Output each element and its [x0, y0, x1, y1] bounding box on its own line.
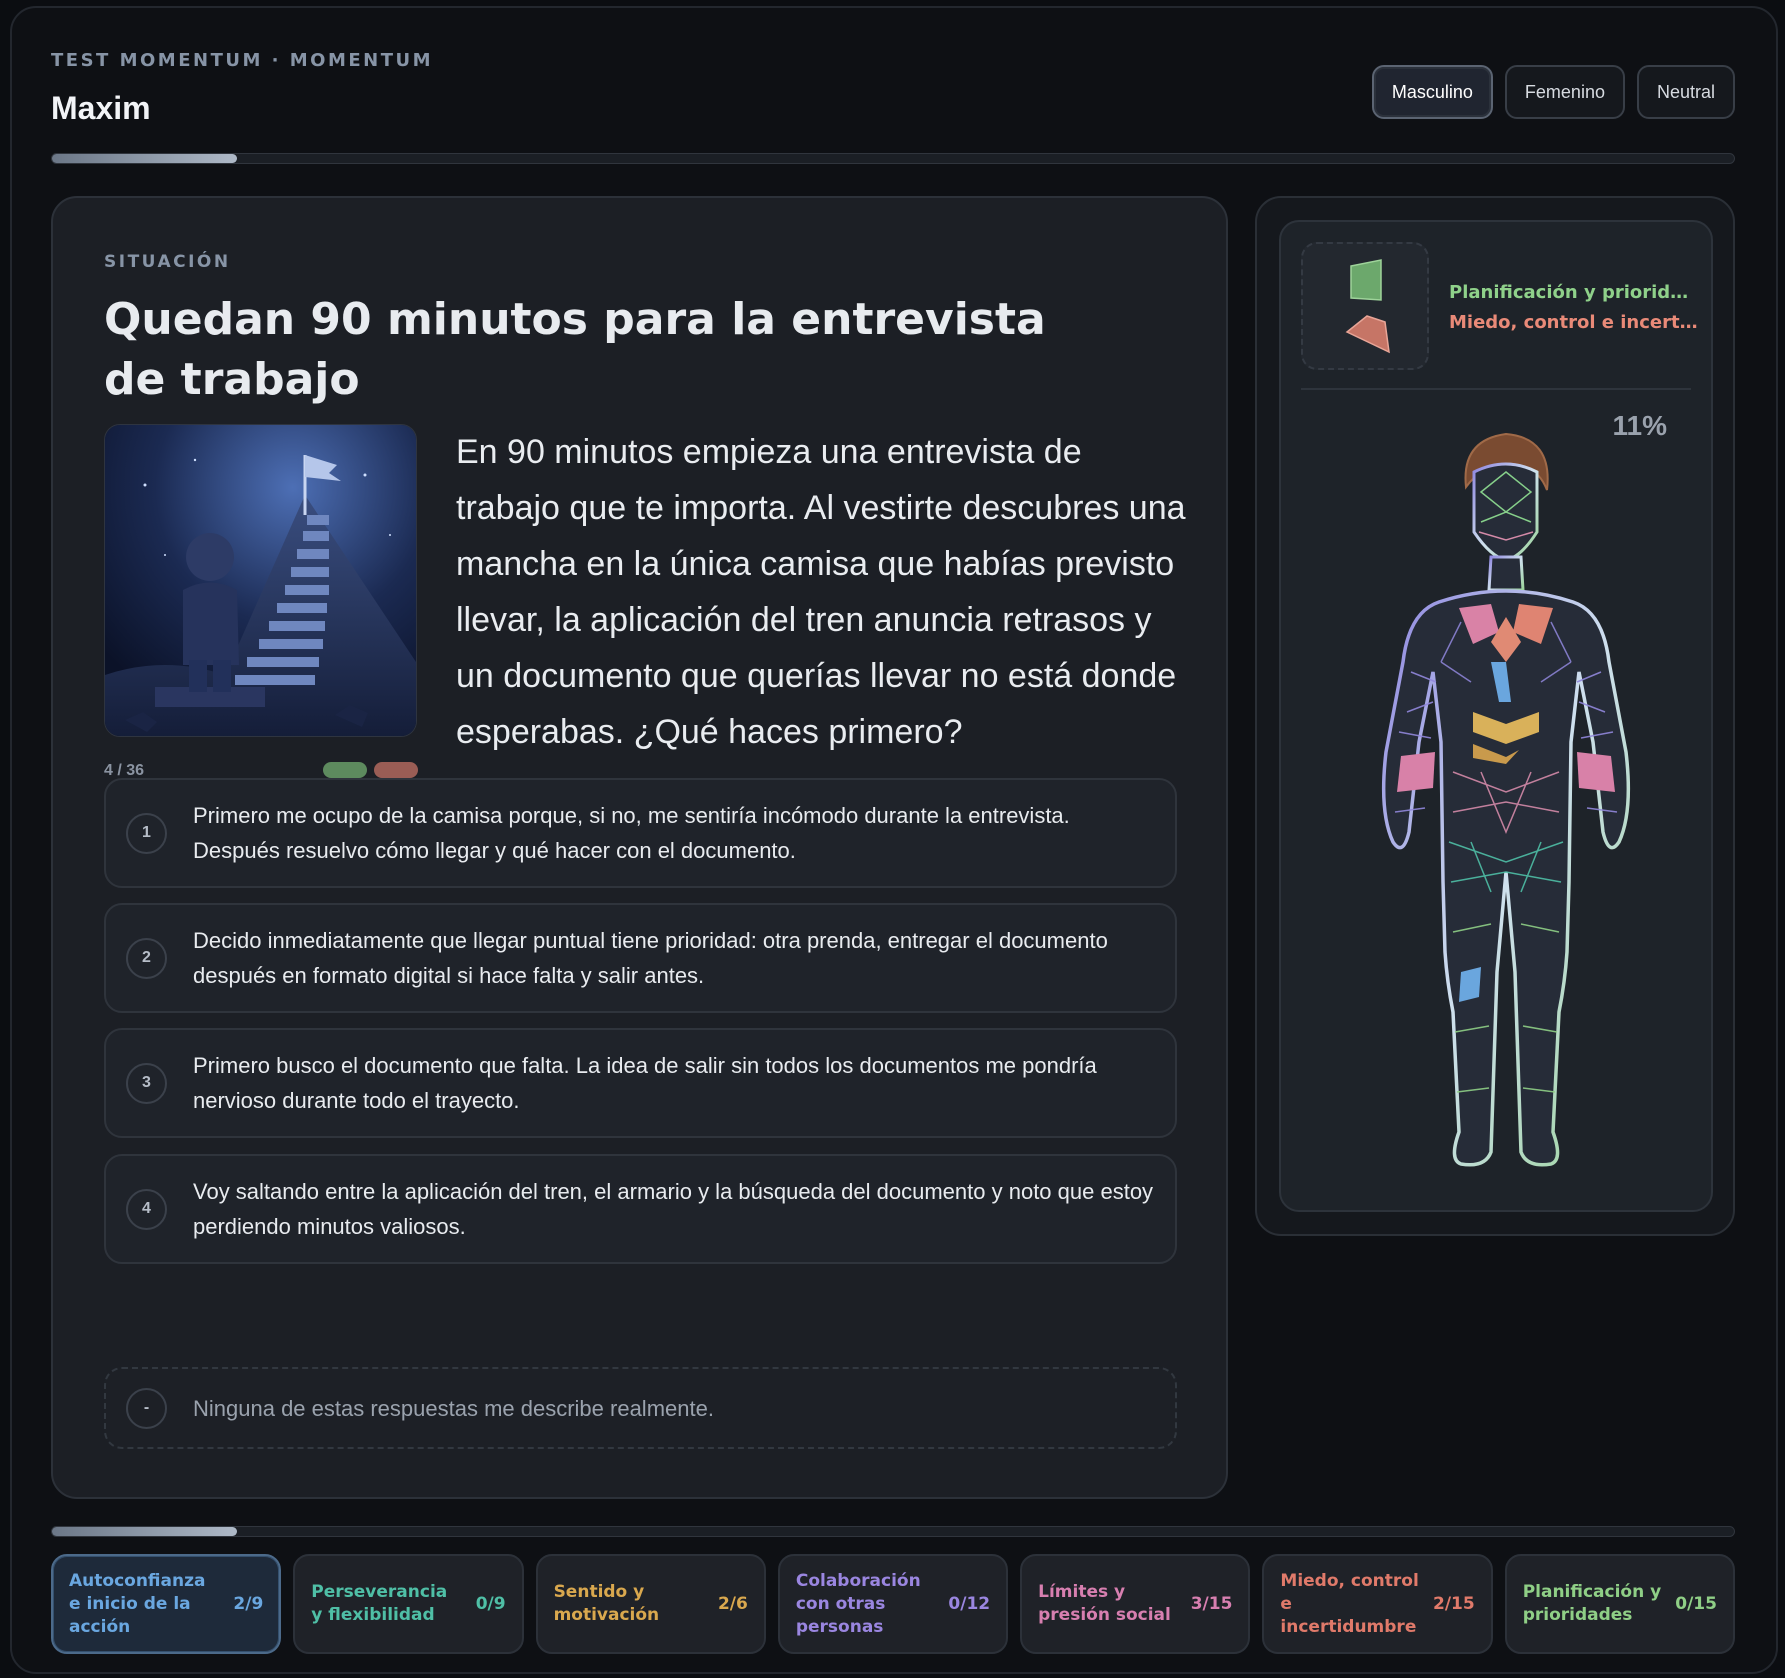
category-count: 0/12 — [948, 1594, 991, 1614]
category-colaboracion[interactable]: Colaboración con otras personas 0/12 — [777, 1554, 1009, 1654]
option-text: Voy saltando entre la aplicación del tre… — [193, 1179, 1154, 1239]
option-text: Ninguna de estas respuestas me describe … — [193, 1395, 714, 1421]
stairs-to-flag-illustration — [104, 424, 417, 737]
focus-dot-planning — [323, 762, 367, 778]
progress-fill-bottom — [52, 1527, 238, 1536]
gender-neutral-button[interactable]: Neutral — [1636, 65, 1735, 119]
category-limites[interactable]: Límites y presión social 3/15 — [1020, 1554, 1251, 1654]
situation-title: Quedan 90 minutos para la entrevista de … — [104, 294, 1046, 405]
category-miedo[interactable]: Miedo, control e incertidumbre 2/15 — [1262, 1554, 1493, 1654]
category-autoconfianza[interactable]: Autoconfianza e inicio de la acción 2/9 — [51, 1554, 282, 1654]
category-count: 0/15 — [1675, 1594, 1717, 1614]
progress-fill-top — [52, 154, 238, 163]
focus-fear: Miedo, control e incertidumbre — [1449, 312, 1699, 333]
category-sentido[interactable]: Sentido y motivación 2/6 — [535, 1554, 766, 1654]
situation-text: En 90 minutos empieza una entrevista de … — [456, 433, 1186, 751]
user-name: Maxim — [51, 90, 151, 126]
focus-planning: Planificación y prioridades — [1449, 282, 1699, 303]
focus-shapes — [1301, 242, 1429, 370]
category-name: Sentido y motivación — [553, 1582, 660, 1625]
category-perseverancia[interactable]: Perseverancia y flexibilidad 0/9 — [293, 1554, 524, 1654]
test-eyebrow: TEST MOMENTUM · MOMENTUM — [51, 50, 434, 71]
category-name: Autoconfianza e inicio de la acción — [69, 1570, 206, 1637]
category-name: Colaboración con otras personas — [795, 1570, 921, 1637]
category-planificacion[interactable]: Planificación y prioridades 0/15 — [1504, 1554, 1735, 1654]
focus-dots — [323, 762, 418, 778]
category-count: 0/9 — [475, 1594, 506, 1614]
progress-panel: Planificación y prioridades Miedo, contr… — [1255, 196, 1735, 1236]
progress-bar-bottom — [51, 1526, 1735, 1537]
option-number: 4 — [126, 1188, 167, 1230]
option-number: - — [126, 1387, 167, 1429]
situation-card: SITUACIÓN Quedan 90 minutos para la entr… — [51, 196, 1228, 1499]
option-4[interactable]: 4 Voy saltando entre la aplicación del t… — [104, 1154, 1177, 1264]
option-none[interactable]: - Ninguna de estas respuestas me describ… — [104, 1367, 1177, 1449]
option-3[interactable]: 3 Primero busco el documento que falta. … — [104, 1028, 1177, 1138]
option-number: 2 — [126, 937, 167, 979]
focus-list: Planificación y prioridades Miedo, contr… — [1449, 278, 1699, 338]
section-label: SITUACIÓN — [104, 252, 231, 272]
gender-toggle: Masculino Femenino Neutral — [1371, 65, 1735, 119]
category-count: 2/9 — [233, 1594, 264, 1614]
option-2[interactable]: 2 Decido inmediatamente que llegar puntu… — [104, 903, 1177, 1013]
category-count: 2/6 — [717, 1594, 748, 1614]
focus-dot-fear — [374, 762, 418, 778]
category-name: Planificación y prioridades — [1522, 1582, 1662, 1625]
category-name: Perseverancia y flexibilidad — [311, 1582, 448, 1625]
option-text: Primero busco el documento que falta. La… — [193, 1053, 1097, 1113]
category-name: Límites y presión social — [1038, 1582, 1171, 1625]
category-tabs: Autoconfianza e inicio de la acción 2/9 … — [51, 1554, 1735, 1654]
option-text: Primero me ocupo de la camisa porque, si… — [193, 803, 1070, 863]
category-count: 3/15 — [1190, 1594, 1233, 1614]
option-number: 1 — [126, 812, 167, 854]
category-name: Miedo, control e incertidumbre — [1280, 1570, 1419, 1637]
option-number: 3 — [126, 1062, 167, 1104]
category-count: 2/15 — [1432, 1594, 1475, 1614]
panel-divider — [1301, 388, 1691, 390]
gender-femenino-button[interactable]: Femenino — [1504, 65, 1625, 119]
progress-bar-top — [51, 153, 1735, 164]
body-mosaic-figure — [1341, 412, 1671, 1202]
progress-panel-inner: Planificación y prioridades Miedo, contr… — [1279, 220, 1713, 1212]
gender-masculino-button[interactable]: Masculino — [1371, 65, 1493, 119]
option-text: Decido inmediatamente que llegar puntual… — [193, 928, 1108, 988]
option-1[interactable]: 1 Primero me ocupo de la camisa porque, … — [104, 778, 1177, 888]
